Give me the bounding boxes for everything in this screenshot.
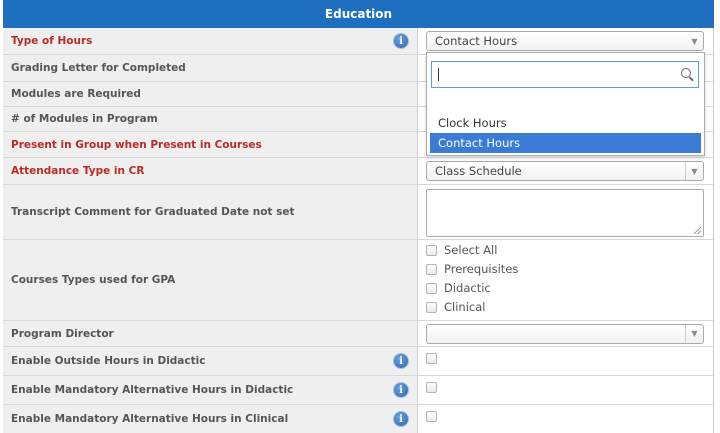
row-outside-hours: Enable Outside Hours in Didactic i	[3, 347, 714, 376]
type-of-hours-selected: Contact Hours	[435, 34, 518, 48]
outside-hours-label: Enable Outside Hours in Didactic	[11, 355, 206, 367]
mand-alt-clinical-label: Enable Mandatory Alternative Hours in Cl…	[11, 413, 289, 425]
modules-required-label: Modules are Required	[11, 88, 141, 100]
row-mand-alt-clinical: Enable Mandatory Alternative Hours in Cl…	[3, 405, 714, 433]
section-title: Education	[324, 7, 393, 21]
mand-alt-didactic-label: Enable Mandatory Alternative Hours in Di…	[11, 384, 294, 396]
dropdown-option-clock-hours[interactable]: Clock Hours	[430, 113, 701, 133]
mand-alt-clinical-checkbox[interactable]	[426, 411, 437, 422]
row-type-of-hours: Type of Hours i Contact Hours ▼	[3, 28, 714, 55]
info-icon[interactable]: i	[394, 34, 408, 48]
checkbox[interactable]	[426, 301, 437, 313]
row-mand-alt-didactic: Enable Mandatory Alternative Hours in Di…	[3, 376, 714, 405]
transcript-comment-textarea[interactable]	[426, 189, 704, 237]
info-icon[interactable]: i	[394, 354, 408, 368]
mand-alt-didactic-checkbox[interactable]	[426, 382, 437, 393]
type-of-hours-label: Type of Hours	[11, 35, 93, 47]
attendance-type-label: Attendance Type in CR	[11, 165, 145, 177]
text-caret	[438, 68, 439, 81]
row-attendance-type: Attendance Type in CR Class Schedule ▼	[3, 158, 714, 185]
search-icon	[681, 68, 691, 78]
num-modules-label: # of Modules in Program	[11, 113, 158, 125]
type-of-hours-select[interactable]: Contact Hours ▼	[426, 31, 704, 51]
courses-option-select-all[interactable]: Select All	[426, 242, 497, 258]
program-director-select[interactable]: ▼	[426, 323, 704, 344]
present-group-label: Present in Group when Present in Courses	[11, 138, 262, 151]
info-icon[interactable]: i	[394, 412, 408, 426]
row-courses-types: Courses Types used for GPA Select All Pr…	[3, 240, 714, 321]
dropdown-search-input[interactable]	[431, 61, 699, 88]
section-header: Education	[3, 0, 714, 28]
attendance-type-selected: Class Schedule	[435, 164, 522, 178]
checkbox[interactable]	[426, 244, 437, 256]
transcript-comment-label: Transcript Comment for Graduated Date no…	[11, 206, 295, 218]
attendance-type-select[interactable]: Class Schedule ▼	[426, 161, 704, 181]
info-icon[interactable]: i	[394, 383, 408, 397]
courses-option-prerequisites[interactable]: Prerequisites	[426, 261, 518, 277]
program-director-label: Program Director	[11, 327, 114, 340]
resize-handle-icon[interactable]	[694, 227, 701, 234]
chevron-down-icon[interactable]: ▼	[685, 324, 703, 343]
outside-hours-checkbox[interactable]	[426, 353, 437, 364]
row-transcript-comment: Transcript Comment for Graduated Date no…	[3, 185, 714, 240]
courses-option-clinical[interactable]: Clinical	[426, 299, 485, 315]
checkbox[interactable]	[426, 263, 437, 275]
courses-types-label: Courses Types used for GPA	[11, 274, 176, 286]
grading-letter-label: Grading Letter for Completed	[11, 62, 186, 74]
chevron-down-icon[interactable]: ▼	[686, 32, 703, 50]
courses-option-didactic[interactable]: Didactic	[426, 280, 491, 296]
row-program-director: Program Director ▼	[3, 321, 714, 347]
type-of-hours-dropdown: Clock Hours Contact Hours	[426, 52, 705, 156]
dropdown-option-contact-hours[interactable]: Contact Hours	[430, 133, 701, 153]
chevron-down-icon[interactable]: ▼	[685, 162, 703, 180]
checkbox[interactable]	[426, 282, 437, 294]
